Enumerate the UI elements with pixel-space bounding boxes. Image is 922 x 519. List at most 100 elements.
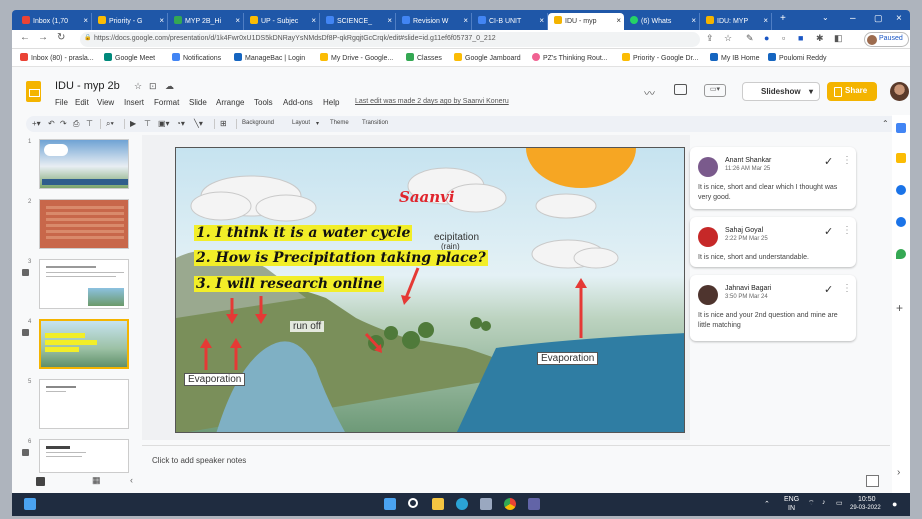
close-tab-icon[interactable]: × xyxy=(691,16,696,25)
bookmark-item[interactable]: PZ's Thinking Rout... xyxy=(532,53,608,62)
tasks-icon[interactable] xyxy=(896,185,906,195)
get-addons-icon[interactable]: + xyxy=(896,301,903,315)
text-box-icon[interactable]: ⊤ xyxy=(144,119,151,128)
store-icon[interactable] xyxy=(480,498,492,510)
account-avatar[interactable] xyxy=(890,82,909,101)
run-off-label[interactable]: run off xyxy=(290,321,325,332)
background-button[interactable]: Background xyxy=(242,120,274,126)
more-vert-icon[interactable]: ⋮ xyxy=(842,225,852,236)
paint-format-icon[interactable]: ⊤ xyxy=(86,119,93,128)
undo-icon[interactable]: ↶ xyxy=(48,119,55,128)
browser-tab-active[interactable]: IDU - myp × xyxy=(548,13,624,30)
slideshow-button[interactable]: Slideshow ▾ xyxy=(742,82,820,101)
bookmark-item[interactable]: ManageBac | Login xyxy=(234,53,305,62)
transition-button[interactable]: Transition xyxy=(362,120,388,126)
comment-card[interactable]: Sahaj Goyal 2:22 PM Mar 25 ✓ ⋮ It is nic… xyxy=(690,217,856,267)
slide-thumbnail[interactable] xyxy=(39,439,129,473)
collapse-toolbar-icon[interactable]: ⌃ xyxy=(882,119,889,128)
browser-tab[interactable]: Priority - G × xyxy=(92,13,168,30)
close-tab-icon[interactable]: × xyxy=(763,16,768,25)
extension-icon[interactable]: ■ xyxy=(798,33,803,43)
browser-tab[interactable]: CI-B UNIT × xyxy=(472,13,548,30)
edit-extension-icon[interactable]: ✎ xyxy=(746,33,754,44)
bookmark-item[interactable]: Inbox (80) - prasla... xyxy=(20,53,94,62)
resolve-check-icon[interactable]: ✓ xyxy=(824,283,833,296)
show-hidden-icons[interactable]: ⌃ xyxy=(764,500,770,508)
close-tab-icon[interactable]: × xyxy=(463,16,468,25)
evaporation-label-right[interactable]: Evaporation xyxy=(537,352,599,365)
tab-search-icon[interactable]: ⌄ xyxy=(822,13,829,22)
close-tab-icon[interactable]: × xyxy=(159,16,164,25)
browser-tab[interactable]: UP - Subjec × xyxy=(244,13,320,30)
menu-file[interactable]: File xyxy=(55,98,68,107)
contacts-icon[interactable] xyxy=(896,217,906,227)
language-indicator[interactable]: ENG xyxy=(784,496,799,503)
close-tab-icon[interactable]: × xyxy=(539,16,544,25)
windows-start-icon[interactable] xyxy=(24,498,36,510)
reload-icon[interactable]: ↻ xyxy=(57,32,65,43)
shape-icon[interactable]: ◔▾ xyxy=(176,119,185,128)
browser-tab[interactable]: IDU: MYP × xyxy=(700,13,772,30)
extension-icon[interactable]: ▫ xyxy=(782,33,785,43)
battery-icon[interactable]: ▭ xyxy=(836,499,843,507)
menu-insert[interactable]: Insert xyxy=(124,98,144,107)
document-title[interactable]: IDU - myp 2b xyxy=(55,80,120,92)
close-tab-icon[interactable]: × xyxy=(311,16,316,25)
notifications-icon[interactable]: ● xyxy=(892,499,897,509)
chrome-icon[interactable] xyxy=(504,498,516,510)
zoom-icon[interactable]: ⌕▾ xyxy=(106,119,114,129)
browser-tab[interactable]: SCIENCE_ × xyxy=(320,13,396,30)
reading-list-icon[interactable]: ◧ xyxy=(834,33,843,44)
menu-addons[interactable]: Add-ons xyxy=(283,98,313,107)
star-icon[interactable]: ☆ xyxy=(134,81,142,92)
wifi-icon[interactable]: ⌔ xyxy=(808,499,815,508)
resolve-check-icon[interactable]: ✓ xyxy=(824,225,833,238)
chevron-down-icon[interactable]: ▾ xyxy=(809,87,813,96)
activity-dashboard-icon[interactable]: 〰 xyxy=(644,85,655,101)
layout-button[interactable]: Layout xyxy=(292,120,310,126)
image-icon[interactable]: ▣▾ xyxy=(158,119,170,128)
speaker-notes[interactable]: Click to add speaker notes xyxy=(142,445,890,493)
bookmark-item[interactable]: My IB Home xyxy=(710,53,760,62)
menu-tools[interactable]: Tools xyxy=(254,98,273,107)
grid-view-icon[interactable]: ▦ xyxy=(92,475,101,486)
close-window-icon[interactable]: × xyxy=(896,13,902,24)
volume-icon[interactable]: ♪ xyxy=(822,499,826,506)
add-comment-icon[interactable]: ⊞ xyxy=(220,119,227,128)
keep-icon[interactable] xyxy=(896,153,906,163)
menu-edit[interactable]: Edit xyxy=(75,98,89,107)
bookmark-item[interactable]: Priority - Google Dr... xyxy=(622,53,698,62)
address-bar[interactable]: https://docs.google.com/presentation/d/1… xyxy=(80,32,700,47)
menu-format[interactable]: Format xyxy=(154,98,179,107)
profile-button[interactable]: Paused xyxy=(864,32,909,47)
cloud-status-icon[interactable]: ☁ xyxy=(165,81,174,92)
browser-tab[interactable]: (6) Whats × xyxy=(624,13,700,30)
slide-thumbnail[interactable] xyxy=(39,199,129,249)
bookmark-item[interactable]: Google Meet xyxy=(104,53,155,62)
region-indicator[interactable]: IN xyxy=(788,505,795,512)
slide-thumbnail[interactable] xyxy=(39,139,129,189)
last-edit-link[interactable]: Last edit was made 2 days ago by Saanvi … xyxy=(355,98,509,105)
slide-thumbnail[interactable] xyxy=(39,259,129,309)
redo-icon[interactable]: ↷ xyxy=(60,119,67,128)
menu-view[interactable]: View xyxy=(97,98,114,107)
minimize-icon[interactable]: – xyxy=(850,13,856,24)
comment-card[interactable]: Anant Shankar 11:26 AM Mar 25 ✓ ⋮ It is … xyxy=(690,147,856,209)
slide-thumbnail-selected[interactable] xyxy=(39,319,129,369)
close-tab-icon[interactable]: × xyxy=(616,16,621,25)
new-slide-icon[interactable]: +▾ xyxy=(32,119,41,128)
hide-panel-icon[interactable]: › xyxy=(897,467,900,478)
edge-icon[interactable] xyxy=(456,498,468,510)
maps-icon[interactable] xyxy=(896,249,906,259)
meet-present-icon[interactable]: ▭▾ xyxy=(704,84,726,97)
close-tab-icon[interactable]: × xyxy=(387,16,392,25)
move-folder-icon[interactable]: ⊡ xyxy=(149,81,157,92)
close-tab-icon[interactable]: × xyxy=(83,16,88,25)
theme-button[interactable]: Theme xyxy=(330,120,349,126)
browser-tab[interactable]: MYP 2B_Hi × xyxy=(168,13,244,30)
menu-arrange[interactable]: Arrange xyxy=(216,98,244,107)
browser-tab[interactable]: Revision W × xyxy=(396,13,472,30)
slide-thumbnail[interactable] xyxy=(39,379,129,429)
explore-icon[interactable] xyxy=(866,475,879,487)
menu-slide[interactable]: Slide xyxy=(189,98,207,107)
